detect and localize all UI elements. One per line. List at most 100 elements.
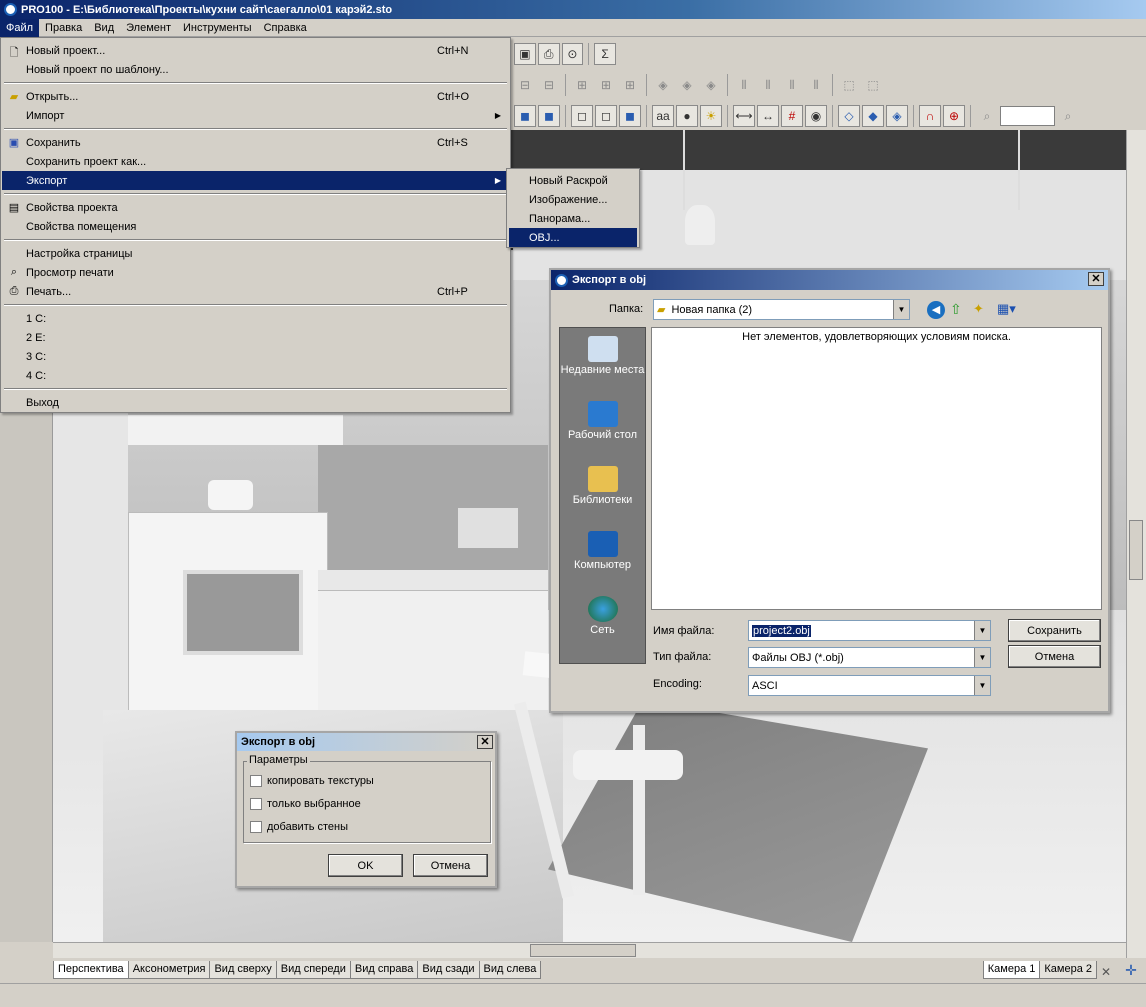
horizontal-scrollbar[interactable]: [53, 942, 1126, 958]
dimension-icon[interactable]: ⟷: [733, 105, 755, 127]
menu-item-recent-3[interactable]: 3 C:: [2, 347, 509, 366]
snap-icon[interactable]: ◈: [886, 105, 908, 127]
save-button[interactable]: Сохранить: [1008, 619, 1101, 642]
rotate-icon[interactable]: ◈: [652, 74, 674, 96]
group-icon[interactable]: ⬚: [838, 74, 860, 96]
checkbox-box[interactable]: [250, 775, 262, 787]
menu-edit[interactable]: Правка: [39, 19, 88, 37]
checkbox-box[interactable]: [250, 821, 262, 833]
magnet-icon[interactable]: ∩: [919, 105, 941, 127]
chevron-down-icon[interactable]: ▼: [893, 300, 909, 319]
vertical-scrollbar[interactable]: [1126, 130, 1146, 958]
tab-camera-1[interactable]: Камера 1: [982, 961, 1041, 979]
menu-view[interactable]: Вид: [88, 19, 120, 37]
view-menu-icon[interactable]: ▦▾: [997, 301, 1016, 317]
wireframe-icon[interactable]: ◻: [571, 105, 593, 127]
rotate-icon[interactable]: ◈: [700, 74, 722, 96]
back-icon[interactable]: ◀: [927, 301, 945, 319]
scroll-thumb[interactable]: [1129, 520, 1143, 580]
menu-item-recent-4[interactable]: 4 C:: [2, 366, 509, 385]
grid-icon[interactable]: #: [781, 105, 803, 127]
material-icon[interactable]: ●: [676, 105, 698, 127]
encoding-select[interactable]: ASCI ▼: [748, 675, 991, 696]
place-network[interactable]: Сеть: [560, 596, 645, 636]
target-icon[interactable]: ⊕: [943, 105, 965, 127]
menu-item-recent-2[interactable]: 2 E:: [2, 328, 509, 347]
tab-top-view[interactable]: Вид сверху: [209, 961, 277, 979]
wireframe-icon[interactable]: ◻: [595, 105, 617, 127]
tab-front-view[interactable]: Вид спереди: [275, 961, 351, 979]
menu-item-save[interactable]: ▣ Сохранить Ctrl+S: [2, 133, 509, 152]
cube-view-icon[interactable]: ◼: [538, 105, 560, 127]
snap-icon[interactable]: ◇: [838, 105, 860, 127]
menu-item-recent-1[interactable]: 1 C:: [2, 309, 509, 328]
tab-back-view[interactable]: Вид сзади: [417, 961, 480, 979]
sum-button[interactable]: Σ: [594, 43, 616, 65]
new-folder-icon[interactable]: ✦: [973, 301, 984, 317]
rotate-icon[interactable]: ◈: [676, 74, 698, 96]
close-icon[interactable]: ✕: [477, 735, 493, 749]
menu-help[interactable]: Справка: [258, 19, 313, 37]
menu-item-room-properties[interactable]: Свойства помещения: [2, 217, 509, 236]
distribute-icon[interactable]: ⫴: [733, 74, 755, 96]
filename-input[interactable]: project2.obj ▼: [748, 620, 991, 641]
align-icon[interactable]: ⊟: [538, 74, 560, 96]
close-icon[interactable]: ✕: [1088, 272, 1104, 286]
close-tab-icon[interactable]: ✕: [1096, 965, 1116, 979]
group-icon[interactable]: ⬚: [862, 74, 884, 96]
align-icon[interactable]: ⊞: [571, 74, 593, 96]
tab-camera-2[interactable]: Камера 2: [1039, 961, 1097, 979]
cancel-button[interactable]: Отмена: [1008, 645, 1101, 668]
place-recent[interactable]: Недавние места: [560, 336, 645, 376]
scroll-thumb[interactable]: [530, 944, 636, 957]
filetype-select[interactable]: Файлы OBJ (*.obj) ▼: [748, 647, 991, 668]
file-list[interactable]: Нет элементов, удовлетворяющих условиям …: [651, 327, 1102, 610]
folder-combo[interactable]: ▰ Новая папка (2) ▼: [653, 299, 910, 320]
copy-textures-checkbox[interactable]: копировать текстуры: [250, 775, 374, 787]
align-icon[interactable]: ⊟: [514, 74, 536, 96]
menu-item-import[interactable]: Импорт ▶: [2, 106, 509, 125]
place-computer[interactable]: Компьютер: [560, 531, 645, 571]
place-libraries[interactable]: Библиотеки: [560, 466, 645, 506]
light-icon[interactable]: ☀: [700, 105, 722, 127]
menu-item-open[interactable]: ▰ Открыть... Ctrl+O: [2, 87, 509, 106]
tab-right-view[interactable]: Вид справа: [349, 961, 419, 979]
add-camera-icon[interactable]: ✛: [1116, 962, 1146, 979]
menu-item-export[interactable]: Экспорт ▶: [2, 171, 509, 190]
distribute-icon[interactable]: ⫴: [805, 74, 827, 96]
toolbar-button[interactable]: ⊙: [561, 43, 584, 65]
submenu-item-new-cutting[interactable]: Новый Раскрой: [509, 171, 637, 190]
solid-icon[interactable]: ◼: [619, 105, 641, 127]
align-icon[interactable]: ⊞: [619, 74, 641, 96]
menu-element[interactable]: Элемент: [120, 19, 177, 37]
measure-icon[interactable]: ↔: [757, 105, 779, 127]
menu-item-exit[interactable]: Выход: [2, 393, 509, 412]
add-walls-checkbox[interactable]: добавить стены: [250, 821, 348, 833]
menu-tools[interactable]: Инструменты: [177, 19, 258, 37]
menu-item-print[interactable]: ⎙ Печать... Ctrl+P: [2, 282, 509, 301]
chevron-down-icon[interactable]: ▼: [974, 648, 990, 667]
zoom-in-icon[interactable]: ⌕: [1057, 105, 1079, 127]
chevron-down-icon[interactable]: ▼: [974, 621, 990, 640]
chevron-down-icon[interactable]: ▼: [974, 676, 990, 695]
menu-file[interactable]: Файл: [0, 18, 40, 37]
tab-axonometry[interactable]: Аксонометрия: [127, 961, 211, 979]
submenu-item-obj[interactable]: OBJ...: [509, 228, 637, 247]
ok-button[interactable]: OK: [328, 854, 403, 877]
menu-item-new-project[interactable]: 🗋 Новый проект... Ctrl+N: [2, 41, 509, 60]
toolbar-button[interactable]: ⎙: [537, 43, 560, 65]
selected-only-checkbox[interactable]: только выбранное: [250, 798, 361, 810]
up-folder-icon[interactable]: ⇧: [950, 301, 962, 318]
menu-item-project-properties[interactable]: ▤ Свойства проекта: [2, 198, 509, 217]
cube-view-icon[interactable]: ◼: [514, 105, 536, 127]
zoom-combo[interactable]: [1000, 106, 1055, 126]
snap-icon[interactable]: ◆: [862, 105, 884, 127]
checkbox-box[interactable]: [250, 798, 262, 810]
text-icon[interactable]: aa: [652, 105, 674, 127]
tab-perspective[interactable]: Перспектива: [53, 961, 129, 979]
zoom-out-icon[interactable]: ⌕: [976, 105, 998, 127]
menu-item-print-preview[interactable]: ⌕ Просмотр печати: [2, 263, 509, 282]
eye-icon[interactable]: ◉: [805, 105, 827, 127]
distribute-icon[interactable]: ⫴: [757, 74, 779, 96]
distribute-icon[interactable]: ⫴: [781, 74, 803, 96]
